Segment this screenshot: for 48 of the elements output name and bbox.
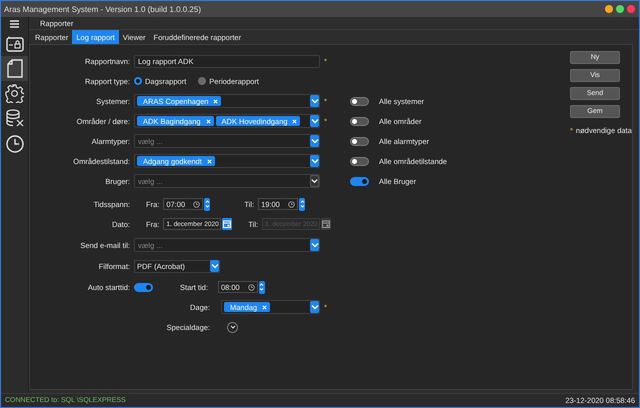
chevron-down-icon [310, 98, 318, 104]
chevron-down-icon [310, 158, 318, 164]
chevron-down-icon [310, 118, 318, 124]
id-card-icon [6, 36, 24, 52]
chevron-down-icon [310, 304, 318, 310]
window-title: Aras Management System - Version 1.0 (build 1.0.0.25) [4, 4, 201, 14]
toggle-switch[interactable] [350, 96, 369, 106]
clock-icon [193, 200, 200, 208]
toggle-switch[interactable] [350, 116, 369, 126]
settings-icon [5, 84, 24, 103]
dropdown-button[interactable] [310, 95, 319, 107]
document-icon [6, 59, 22, 78]
calendar-button[interactable] [222, 218, 232, 230]
dropdown-button[interactable] [310, 155, 319, 167]
remove-icon[interactable] [213, 98, 218, 104]
chevron-down-icon [310, 242, 318, 248]
chevron-down-icon [230, 325, 236, 329]
toggle-switch[interactable] [134, 282, 153, 292]
window-control[interactable] [605, 5, 613, 13]
dropdown-button[interactable] [310, 301, 319, 313]
required-mark: * [324, 116, 328, 126]
remove-icon[interactable] [262, 304, 268, 310]
dropdown-button[interactable] [210, 260, 219, 272]
database-icon [6, 109, 24, 128]
window-control[interactable] [616, 5, 624, 13]
clock-icon [6, 134, 24, 152]
expand-button[interactable] [227, 322, 238, 332]
required-mark: * [324, 96, 328, 106]
remove-icon[interactable] [292, 118, 298, 124]
spinner-button[interactable] [258, 280, 265, 294]
remove-icon[interactable] [206, 118, 211, 124]
required-mark: * [324, 302, 328, 312]
spinner-button[interactable] [204, 198, 210, 210]
required-mark: * [324, 56, 328, 66]
window-control[interactable] [627, 5, 635, 13]
sidebar-item[interactable] [1, 56, 28, 81]
dropdown-button[interactable] [310, 115, 319, 127]
chevron-down-icon [210, 263, 218, 269]
chevron-down-icon [311, 178, 318, 184]
dropdown-button[interactable] [310, 239, 319, 251]
chevron-down-icon [310, 138, 318, 144]
clock-icon [248, 284, 255, 290]
remove-icon[interactable] [206, 158, 212, 164]
clock-icon [288, 200, 296, 208]
dropdown-button[interactable] [310, 135, 319, 147]
toggle-switch[interactable] [350, 156, 369, 166]
spinner-button[interactable] [299, 198, 306, 210]
toggle-switch[interactable] [350, 136, 369, 146]
